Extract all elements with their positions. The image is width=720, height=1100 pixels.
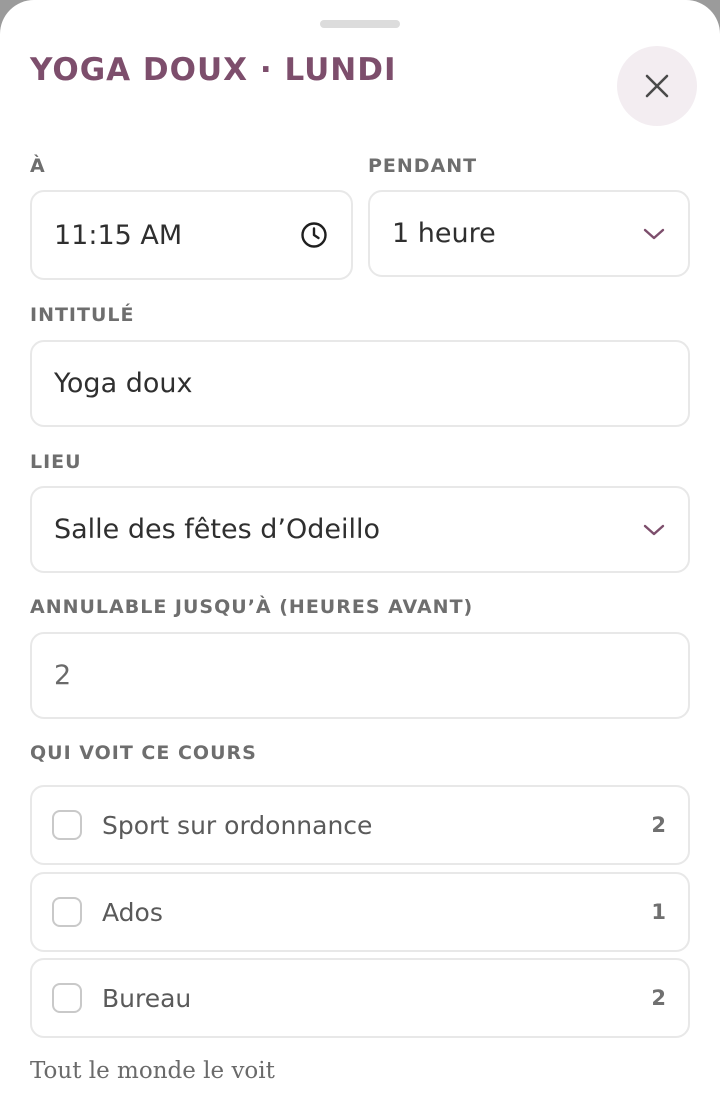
time-label: À xyxy=(30,155,46,177)
time-input[interactable]: 11:15 AM xyxy=(30,190,353,280)
group-name: Sport sur ordonnance xyxy=(102,810,373,840)
close-button[interactable] xyxy=(617,46,697,126)
chevron-down-icon xyxy=(642,226,666,242)
group-option-bureau[interactable]: Bureau 2 xyxy=(30,958,690,1038)
visibility-label: QUI VOIT CE COURS xyxy=(30,742,257,764)
cancel-hours-input[interactable]: 2 xyxy=(30,632,690,719)
bottom-sheet: YOGA DOUX · LUNDI À 11:15 AM PENDANT 1 h… xyxy=(0,0,720,1100)
group-checkbox[interactable] xyxy=(52,897,82,927)
location-select[interactable]: Salle des fêtes d’Odeillo xyxy=(30,486,690,573)
group-option-sport-sur-ordonnance[interactable]: Sport sur ordonnance 2 xyxy=(30,785,690,865)
time-value: 11:15 AM xyxy=(54,219,183,251)
visibility-hint: Tout le monde le voit xyxy=(30,1058,275,1084)
group-option-ados[interactable]: Ados 1 xyxy=(30,872,690,952)
location-value: Salle des fêtes d’Odeillo xyxy=(54,514,380,545)
group-member-count: 2 xyxy=(651,813,666,837)
duration-select[interactable]: 1 heure xyxy=(368,190,690,277)
group-name: Bureau xyxy=(102,983,192,1013)
location-label: LIEU xyxy=(30,451,82,473)
duration-label: PENDANT xyxy=(368,155,478,177)
chevron-down-icon xyxy=(642,522,666,538)
group-member-count: 2 xyxy=(651,986,666,1010)
close-icon xyxy=(645,74,669,98)
title-input-value: Yoga doux xyxy=(54,368,193,399)
group-name: Ados xyxy=(102,897,163,927)
group-member-count: 1 xyxy=(651,900,666,924)
title-field-label: INTITULÉ xyxy=(30,304,135,326)
cancel-hours-value: 2 xyxy=(54,660,72,691)
group-checkbox[interactable] xyxy=(52,810,82,840)
clock-icon[interactable] xyxy=(299,220,329,250)
drag-handle[interactable] xyxy=(320,20,400,28)
duration-value: 1 heure xyxy=(392,218,496,249)
sheet-title: YOGA DOUX · LUNDI xyxy=(30,52,397,88)
group-checkbox[interactable] xyxy=(52,983,82,1013)
title-input[interactable]: Yoga doux xyxy=(30,340,690,427)
cancel-window-label: ANNULABLE JUSQU’À (HEURES AVANT) xyxy=(30,596,474,618)
